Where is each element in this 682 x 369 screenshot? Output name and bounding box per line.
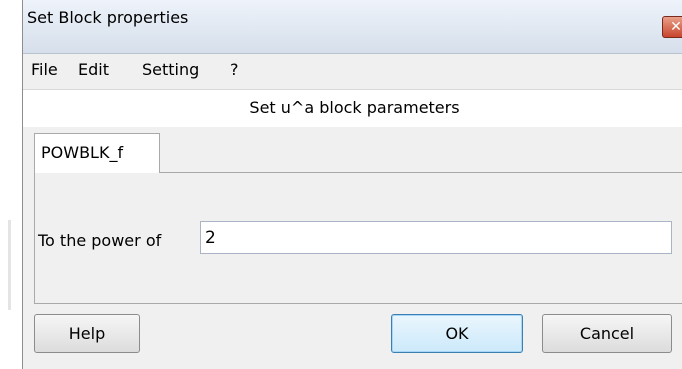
menu-file[interactable]: File — [31, 60, 58, 79]
edge-shadow — [8, 220, 11, 310]
dialog-header-text: Set u^a block parameters — [249, 98, 460, 117]
help-button[interactable]: Help — [34, 314, 140, 353]
window-title: Set Block properties — [27, 8, 189, 27]
ok-button[interactable]: OK — [391, 314, 523, 353]
tab-label: POWBLK_f — [41, 143, 124, 162]
menu-bar: File Edit Setting ? — [23, 56, 682, 86]
tab-powblk-f[interactable]: POWBLK_f — [34, 133, 160, 173]
menu-edit[interactable]: Edit — [78, 60, 109, 79]
menu-setting[interactable]: Setting — [142, 60, 199, 79]
power-label: To the power of — [38, 231, 162, 250]
background-edge — [0, 0, 22, 369]
dialog-header: Set u^a block parameters — [23, 89, 682, 127]
cancel-button[interactable]: Cancel — [542, 314, 672, 353]
menu-help[interactable]: ? — [230, 60, 239, 79]
block-properties-dialog: Set Block properties ✕ File Edit Setting… — [22, 0, 682, 369]
close-button[interactable]: ✕ — [662, 16, 682, 38]
power-input[interactable] — [200, 221, 672, 254]
title-bar[interactable]: Set Block properties ✕ — [23, 0, 682, 54]
close-icon: ✕ — [670, 19, 682, 35]
